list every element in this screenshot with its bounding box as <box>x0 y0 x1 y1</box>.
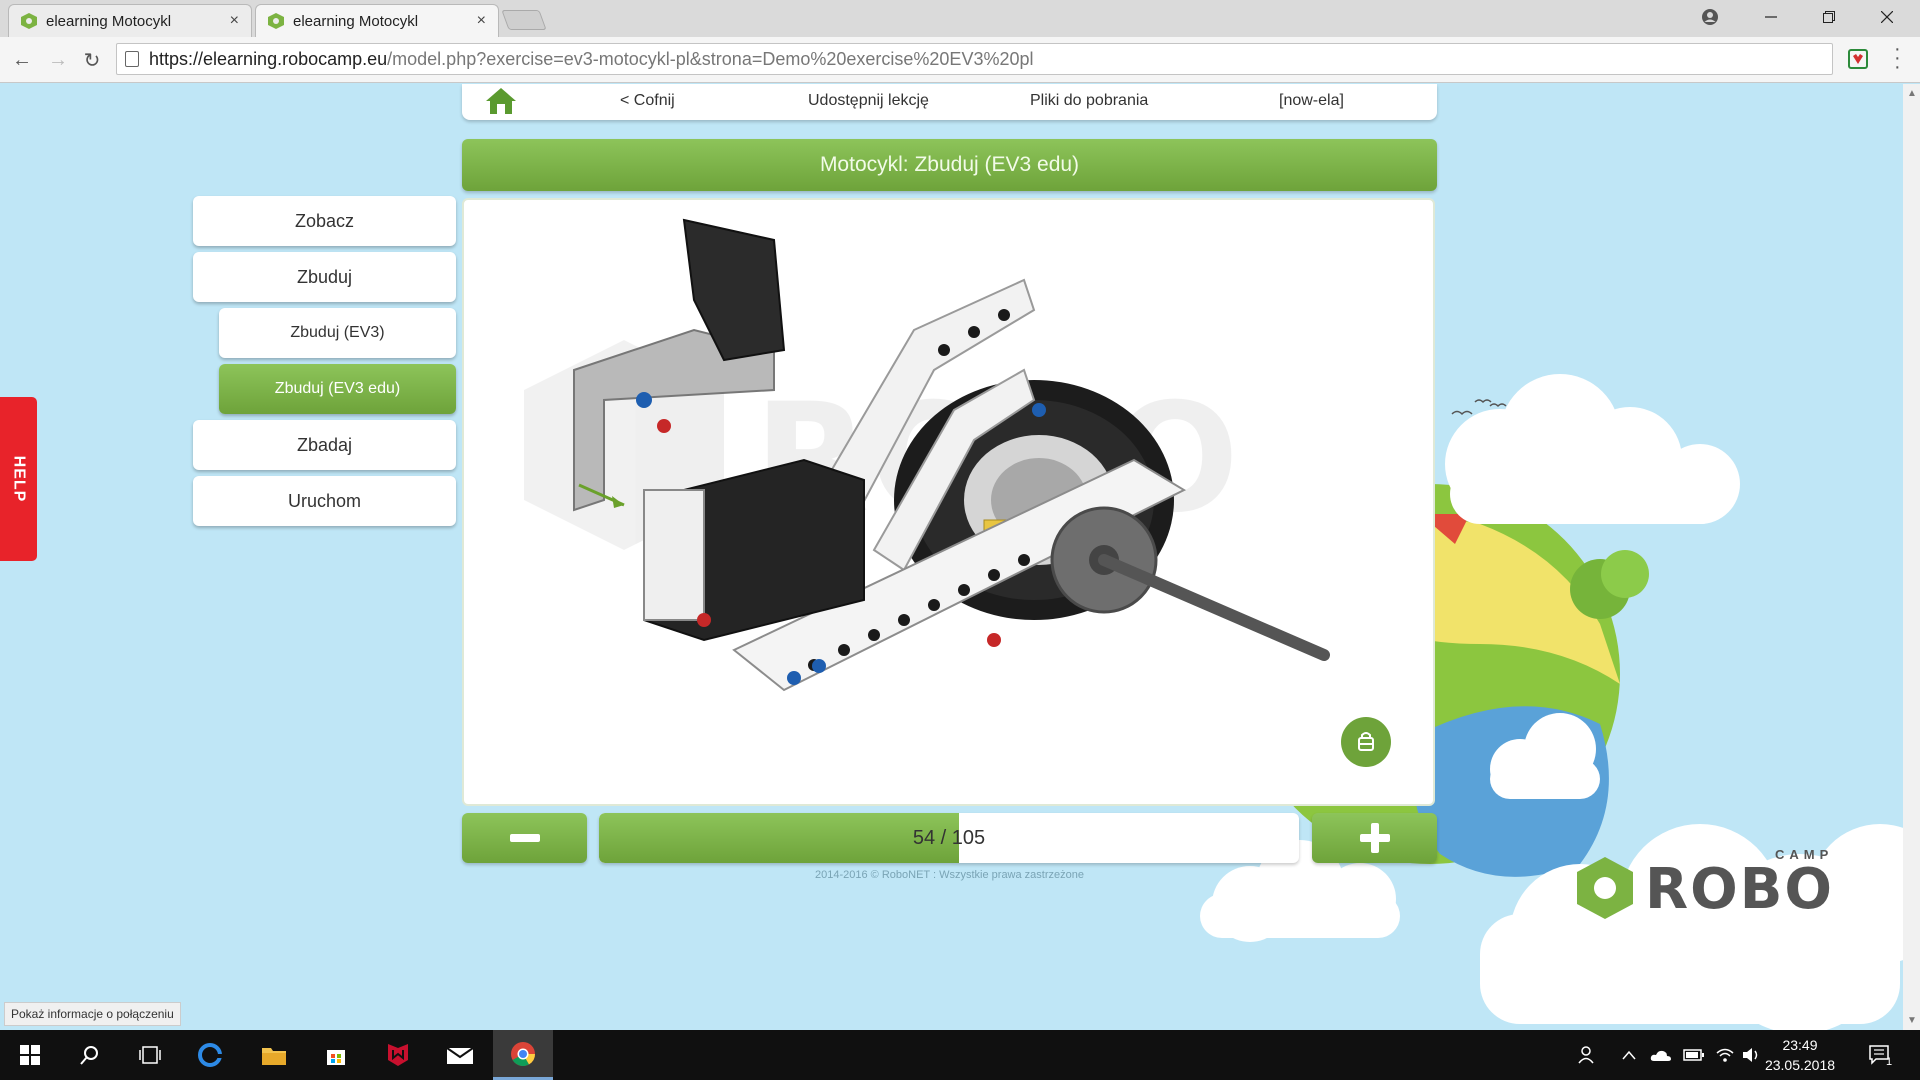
action-center-icon[interactable]: 1 <box>1868 1030 1892 1080</box>
search-icon[interactable] <box>60 1030 120 1080</box>
step-progress-bar[interactable]: 54 / 105 <box>599 813 1299 863</box>
sidebar-item-zbuduj-ev3-edu[interactable]: Zbuduj (EV3 edu) <box>219 364 456 414</box>
plus-icon <box>1359 823 1390 853</box>
edge-icon[interactable] <box>180 1030 240 1080</box>
home-icon[interactable] <box>484 86 518 116</box>
page-info-icon[interactable] <box>125 51 139 67</box>
mail-icon[interactable] <box>430 1030 490 1080</box>
back-arrow-icon[interactable]: ← <box>8 46 36 74</box>
taskbar-clock[interactable]: 23:49 23.05.2018 <box>1760 1035 1840 1075</box>
robocamp-logo: CAMP ROBO <box>1575 847 1875 927</box>
tab-close-icon[interactable]: × <box>477 12 486 30</box>
minus-icon <box>509 834 540 842</box>
notification-count: 1 <box>1886 1056 1893 1068</box>
file-explorer-icon[interactable] <box>244 1030 304 1080</box>
sidebar-item-zobacz[interactable]: Zobacz <box>193 196 456 246</box>
close-window-icon[interactable] <box>1858 0 1916 33</box>
user-link[interactable]: [now-ela] <box>1279 88 1344 114</box>
scroll-up-icon[interactable]: ▲ <box>1907 88 1917 99</box>
show-hidden-icons-icon[interactable] <box>1622 1030 1636 1080</box>
robocamp-favicon-icon <box>268 13 284 29</box>
step-counter: 54 / 105 <box>912 826 986 849</box>
url-path: /model.php?exercise=ev3-motocykl-pl&stro… <box>387 48 1034 69</box>
address-bar[interactable]: https://elearning.robocamp.eu/model.php?… <box>116 43 1833 75</box>
scroll-down-icon[interactable]: ▼ <box>1907 1015 1917 1026</box>
forward-arrow-icon[interactable]: → <box>44 46 72 74</box>
robocamp-favicon-icon <box>21 13 37 29</box>
sidebar-item-zbadaj[interactable]: Zbadaj <box>193 420 456 470</box>
clock-time: 23:49 <box>1782 1037 1818 1053</box>
restore-icon[interactable] <box>1800 0 1858 33</box>
battery-icon[interactable] <box>1683 1030 1705 1080</box>
profile-icon[interactable] <box>1681 0 1739 33</box>
url-host: https://elearning.robocamp.eu <box>149 48 388 69</box>
connection-info-tooltip: Pokaż informacje o połączeniu <box>4 1002 181 1026</box>
browser-tab-1[interactable]: elearning Motocykl × <box>8 4 252 37</box>
task-view-icon[interactable] <box>120 1030 180 1080</box>
robocamp-hexagon-icon <box>1577 857 1633 919</box>
clock-date: 23.05.2018 <box>1764 1057 1836 1073</box>
lesson-top-nav: < Cofnij Udostępnij lekcję Pliki do pobr… <box>462 84 1437 120</box>
help-label: HELP <box>10 455 28 503</box>
browser-menu-icon[interactable]: · · · <box>1894 39 1901 77</box>
browser-tab-bar: elearning Motocykl × elearning Motocykl … <box>0 0 1920 37</box>
back-link[interactable]: < Cofnij <box>620 88 675 114</box>
page-scrollbar[interactable]: ▲ ▼ <box>1903 84 1920 1030</box>
onedrive-icon[interactable] <box>1650 1030 1672 1080</box>
minimize-icon[interactable] <box>1742 0 1800 33</box>
page-title: Motocykl: Zbuduj (EV3 edu) <box>462 139 1437 191</box>
windows-taskbar: 23:49 23.05.2018 1 <box>0 1030 1920 1080</box>
build-step-image: ROBO <box>524 218 1330 692</box>
model-viewer[interactable]: ROBO <box>462 198 1435 806</box>
sidebar-item-uruchom[interactable]: Uruchom <box>193 476 456 526</box>
next-step-button[interactable] <box>1312 813 1437 863</box>
zoom-lens-button[interactable] <box>1341 717 1391 767</box>
browser-toolbar: ← → ↻ https://elearning.robocamp.eu/mode… <box>0 37 1920 83</box>
tab-title: elearning Motocykl <box>293 12 419 30</box>
copyright-text: 2014-2016 © RoboNET : Wszystkie prawa za… <box>815 869 1084 881</box>
sidebar-item-zbuduj[interactable]: Zbuduj <box>193 252 456 302</box>
store-icon[interactable] <box>306 1030 366 1080</box>
start-icon[interactable] <box>0 1030 60 1080</box>
downloads-link[interactable]: Pliki do pobrania <box>1030 88 1148 114</box>
new-tab-button[interactable] <box>501 10 547 30</box>
browser-tab-2[interactable]: elearning Motocykl × <box>255 4 499 37</box>
extension-shield-icon[interactable] <box>1848 49 1868 69</box>
people-icon[interactable] <box>1578 1030 1598 1080</box>
tab-title: elearning Motocykl <box>46 12 172 30</box>
reload-icon[interactable]: ↻ <box>78 46 106 74</box>
tab-close-icon[interactable]: × <box>230 12 239 30</box>
page-content: < Cofnij Udostępnij lekcję Pliki do pobr… <box>0 84 1920 1030</box>
chrome-icon[interactable] <box>493 1030 553 1080</box>
wifi-icon[interactable] <box>1715 1030 1735 1080</box>
mcafee-icon[interactable] <box>368 1030 428 1080</box>
logo-robo-text: ROBO <box>1645 857 1835 922</box>
magnifier-icon <box>1358 732 1374 751</box>
share-lesson-link[interactable]: Udostępnij lekcję <box>808 88 929 114</box>
volume-icon[interactable] <box>1742 1030 1760 1080</box>
previous-step-button[interactable] <box>462 813 587 863</box>
sidebar-item-zbuduj-ev3[interactable]: Zbuduj (EV3) <box>219 308 456 358</box>
help-tab[interactable]: HELP <box>0 397 37 561</box>
